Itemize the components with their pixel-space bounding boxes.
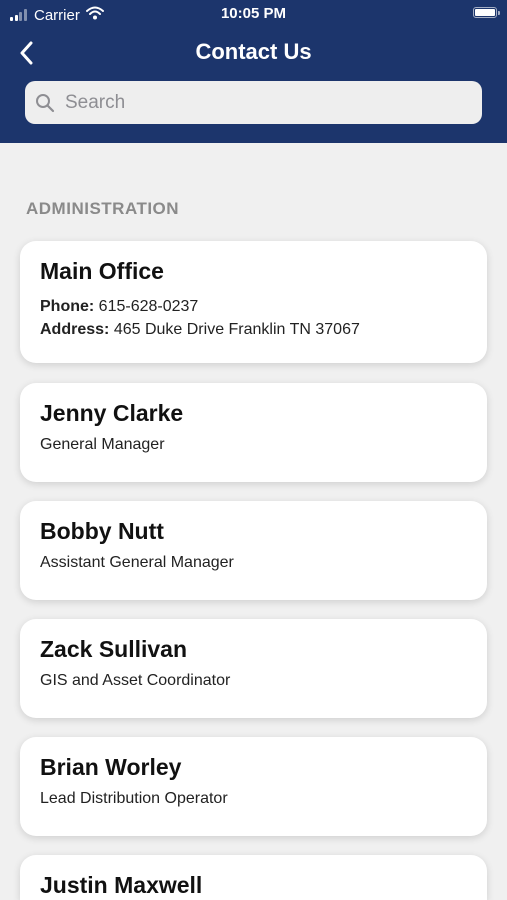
contact-name: Jenny Clarke <box>40 400 184 426</box>
phone-row: Phone: 615-628-0237 <box>40 295 467 318</box>
contact-card[interactable]: Zack Sullivan GIS and Asset Coordinator <box>20 619 487 718</box>
search-icon <box>35 93 55 113</box>
contact-title: Assistant General Manager <box>40 554 234 571</box>
contact-card-main-office[interactable]: Main Office Phone: 615-628-0237 Address:… <box>20 241 487 363</box>
contact-title: General Manager <box>40 436 165 453</box>
battery-level <box>475 9 495 16</box>
search-input[interactable] <box>63 90 467 115</box>
contact-name: Justin Maxwell <box>40 872 203 898</box>
contact-name: Brian Worley <box>40 754 182 780</box>
contact-name: Zack Sullivan <box>40 636 188 662</box>
contact-card[interactable]: Justin Maxwell <box>20 855 487 900</box>
status-bar: Carrier 10:05 PM <box>0 0 507 28</box>
contact-card[interactable]: Jenny Clarke General Manager <box>20 383 487 482</box>
address-label: Address: <box>40 321 110 338</box>
phone-label: Phone: <box>40 298 95 315</box>
contact-name: Main Office <box>40 258 164 284</box>
contact-card[interactable]: Brian Worley Lead Distribution Operator <box>20 737 487 836</box>
address-row: Address: 465 Duke Drive Franklin TN 3706… <box>40 318 467 341</box>
contact-name: Bobby Nutt <box>40 518 164 544</box>
battery-icon <box>473 7 500 18</box>
contact-title: GIS and Asset Coordinator <box>40 672 231 689</box>
phone-value[interactable]: 615-628-0237 <box>99 298 199 315</box>
nav-header: Carrier 10:05 PM Contact Us <box>0 0 507 143</box>
battery-tip <box>498 10 500 15</box>
address-value[interactable]: 465 Duke Drive Franklin TN 37067 <box>114 321 360 338</box>
contact-card[interactable]: Bobby Nutt Assistant General Manager <box>20 501 487 600</box>
status-time: 10:05 PM <box>220 5 287 22</box>
search-bar[interactable] <box>25 81 482 124</box>
section-header: ADMINISTRATION <box>26 199 180 218</box>
page-title: Contact Us <box>195 39 312 64</box>
contact-title: Lead Distribution Operator <box>40 790 228 807</box>
